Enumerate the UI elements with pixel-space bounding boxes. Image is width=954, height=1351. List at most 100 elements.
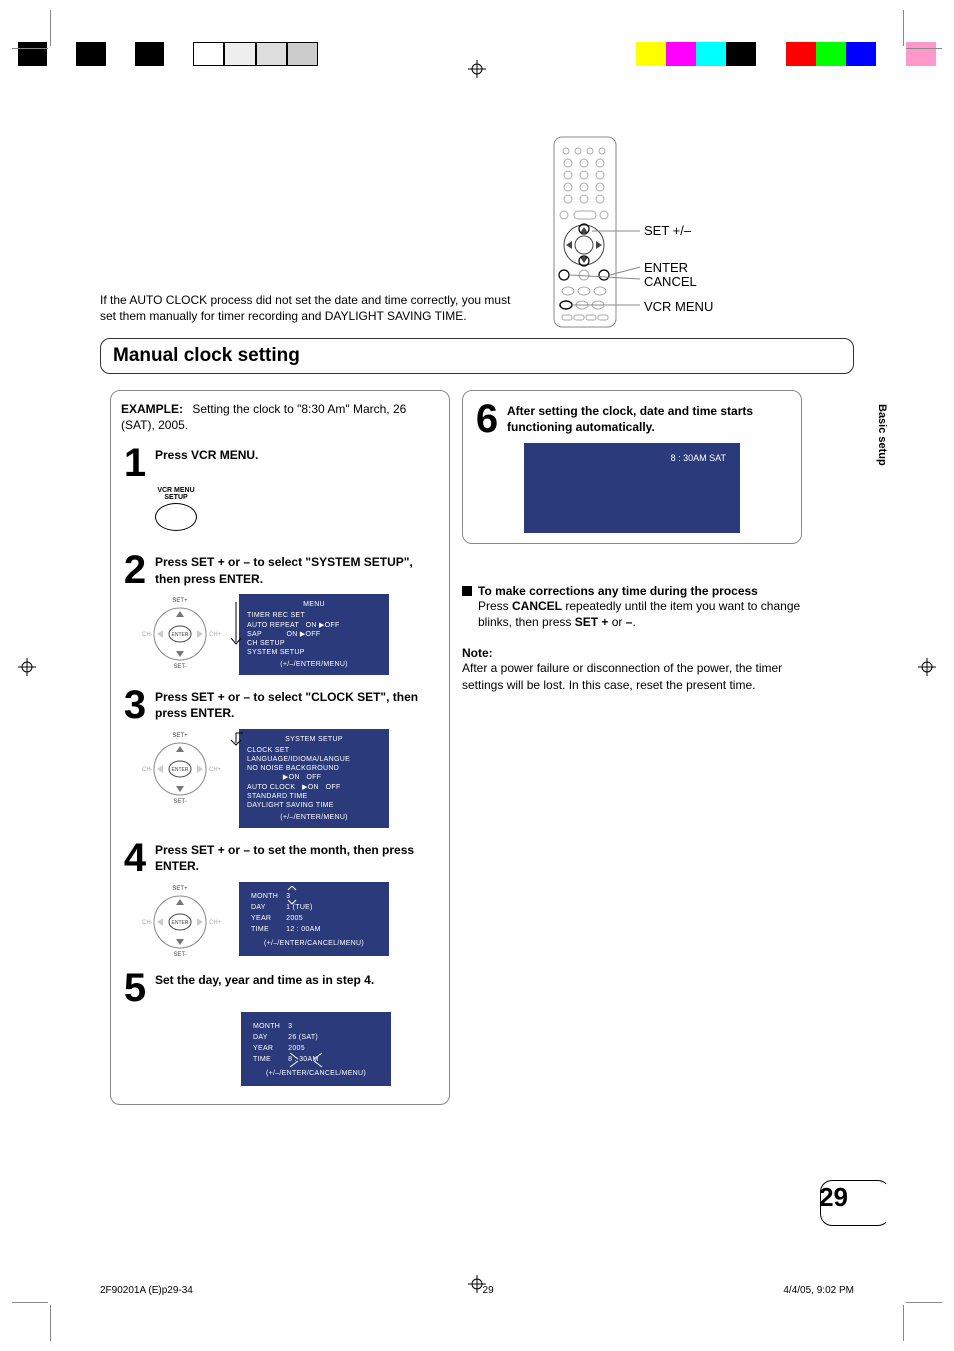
color-registration-left <box>18 42 318 66</box>
text: or <box>608 615 625 629</box>
svg-text:CH+: CH+ <box>209 632 222 638</box>
svg-text:SET+: SET+ <box>172 886 188 892</box>
step-number: 1 <box>121 445 149 481</box>
text-bold: SET + <box>575 615 609 629</box>
osd-footer: (+/–/ENTER/MENU) <box>247 813 381 822</box>
dpad-icon: SET+ ENTER CH- CH+ SET- <box>135 882 225 958</box>
remote-cancel-label: CANCEL <box>644 274 697 289</box>
side-tab: Basic setup <box>876 404 888 466</box>
osd-title: MENU <box>247 600 381 609</box>
square-bullet-icon <box>462 586 472 596</box>
osd-cell: 3 <box>288 1022 324 1031</box>
svg-text:SET+: SET+ <box>172 733 188 739</box>
osd-menu-screen: MENU TIMER REC SET AUTO REPEAT ON ▶OFF S… <box>239 594 389 675</box>
vcr-display-text: 8 : 30AM SAT <box>671 453 726 463</box>
intro-text: If the AUTO CLOCK process did not set th… <box>100 292 520 324</box>
corrections-body: Press CANCEL repeatedly until the item y… <box>478 598 802 630</box>
osd-cell: YEAR <box>251 914 284 923</box>
osd-table: MONTH3 DAY1 (TUE) YEAR2005 TIME12 : 00AM <box>249 890 329 936</box>
step-number: 4 <box>121 840 149 876</box>
vcr-display-screen: 8 : 30AM SAT <box>524 443 740 533</box>
remote-set-label: SET +/– <box>644 223 691 238</box>
svg-text:SET-: SET- <box>173 799 186 805</box>
osd-item: AUTO REPEAT ON ▶OFF <box>247 621 381 630</box>
step-3: 3 Press SET + or – to select "CLOCK SET"… <box>121 687 439 723</box>
step-text: Press SET + or – to select "SYSTEM SETUP… <box>155 552 439 586</box>
text: Press <box>478 599 512 613</box>
registration-mark-icon <box>18 658 36 676</box>
svg-text:CH+: CH+ <box>209 920 222 926</box>
osd-footer: (+/–/ENTER/CANCEL/MENU) <box>249 939 379 948</box>
selection-arrow-icon <box>229 731 243 749</box>
osd-cell: MONTH <box>253 1022 286 1031</box>
osd-item: SYSTEM SETUP <box>247 648 381 657</box>
svg-text:SET-: SET- <box>173 952 186 958</box>
color-registration-right <box>636 42 936 66</box>
osd-item: ▶ON OFF <box>247 773 381 782</box>
svg-text:SET-: SET- <box>173 664 186 670</box>
svg-text:ENTER: ENTER <box>172 920 189 926</box>
corrections-head-text: To make corrections any time during the … <box>478 584 758 598</box>
osd-footer: (+/–/ENTER/CANCEL/MENU) <box>251 1069 381 1078</box>
svg-text:ENTER: ENTER <box>172 767 189 773</box>
text: . <box>632 615 635 629</box>
crop-mark-icon <box>12 1302 48 1303</box>
button-caption: VCR MENU SETUP <box>155 487 197 501</box>
steps-column-left: EXAMPLE: Setting the clock to "8:30 Am" … <box>110 390 450 1105</box>
osd-item: CH SETUP <box>247 639 381 648</box>
crop-mark-icon <box>906 48 942 49</box>
step-6: 6 After setting the clock, date and time… <box>473 401 791 437</box>
svg-text:SET+: SET+ <box>172 598 188 604</box>
step-5: 5 Set the day, year and time as in step … <box>121 970 439 1006</box>
step-number: 2 <box>121 552 149 588</box>
osd-item: AUTO CLOCK ▶ON OFF <box>247 783 381 792</box>
osd-cell: 2005 <box>286 914 327 923</box>
osd-cell: 26 (SAT) <box>288 1033 324 1042</box>
osd-cell: TIME <box>253 1055 286 1064</box>
osd-item: LANGUAGE/IDIOMA/LANGUE <box>247 755 381 764</box>
footer-mid: 29 <box>483 1285 494 1296</box>
osd-item: CLOCK SET <box>247 746 381 755</box>
blink-arrows-icon <box>286 1051 336 1069</box>
osd-item: NO NOISE BACKGROUND <box>247 764 381 773</box>
step-3-diagram: SET+ ENTER CH-CH+ SET- SYSTEM SETUP CLOC… <box>135 729 439 828</box>
step-text: Set the day, year and time as in step 4. <box>155 970 439 988</box>
osd-item: SAP ON ▶OFF <box>247 630 381 639</box>
crop-mark-icon <box>906 1302 942 1303</box>
footer-left: 2F90201A (E)p29-34 <box>100 1285 193 1296</box>
osd-item: DAYLIGHT SAVING TIME <box>247 801 381 810</box>
footer-meta: 2F90201A (E)p29-34 29 4/4/05, 9:02 PM <box>100 1285 854 1296</box>
dpad-icon: SET+ ENTER CH-CH+ SET- <box>135 729 225 805</box>
step-text: Press VCR MENU. <box>155 445 439 463</box>
step-1: 1 Press VCR MENU. <box>121 445 439 481</box>
osd-title: SYSTEM SETUP <box>247 735 381 744</box>
remote-enter-label: ENTER <box>644 260 688 275</box>
crop-mark-icon <box>50 1305 51 1341</box>
page-content: SET +/– ENTER CANCEL VCR MENU If the AUT… <box>100 100 854 1221</box>
example-label: EXAMPLE: <box>121 402 183 416</box>
crop-mark-icon <box>50 10 51 46</box>
page-number: 29 <box>805 1178 854 1217</box>
svg-text:CH-: CH- <box>142 632 153 638</box>
dpad-icon: SET+ ENTER CH- CH+ SET- <box>135 594 225 670</box>
crop-mark-icon <box>903 10 904 46</box>
remote-vcrmenu-label: VCR MENU <box>644 299 713 314</box>
step-number: 3 <box>121 687 149 723</box>
registration-mark-icon <box>468 60 486 78</box>
osd-item: STANDARD TIME <box>247 792 381 801</box>
crop-mark-icon <box>12 48 48 49</box>
osd-final-screen: MONTH3 DAY26 (SAT) YEAR2005 TIME8 : 30AM… <box>241 1012 391 1086</box>
step-6-box: 6 After setting the clock, date and time… <box>462 390 802 544</box>
step-2-diagram: SET+ ENTER CH- CH+ SET- MENU TIMER REC S… <box>135 594 439 675</box>
registration-mark-icon <box>918 658 936 676</box>
blink-arrows-icon <box>280 886 304 906</box>
osd-item: TIMER REC SET <box>247 611 381 620</box>
example-row: EXAMPLE: Setting the clock to "8:30 Am" … <box>121 401 439 433</box>
osd-system-screen: SYSTEM SETUP CLOCK SET LANGUAGE/IDIOMA/L… <box>239 729 389 828</box>
selection-arrow-icon <box>229 598 243 648</box>
svg-text:ENTER: ENTER <box>172 632 189 638</box>
osd-footer: (+/–/ENTER/MENU) <box>247 660 381 669</box>
section-title: Manual clock setting <box>100 338 854 374</box>
step-text: Press SET + or – to set the month, then … <box>155 840 439 874</box>
svg-text:CH-: CH- <box>142 920 153 926</box>
